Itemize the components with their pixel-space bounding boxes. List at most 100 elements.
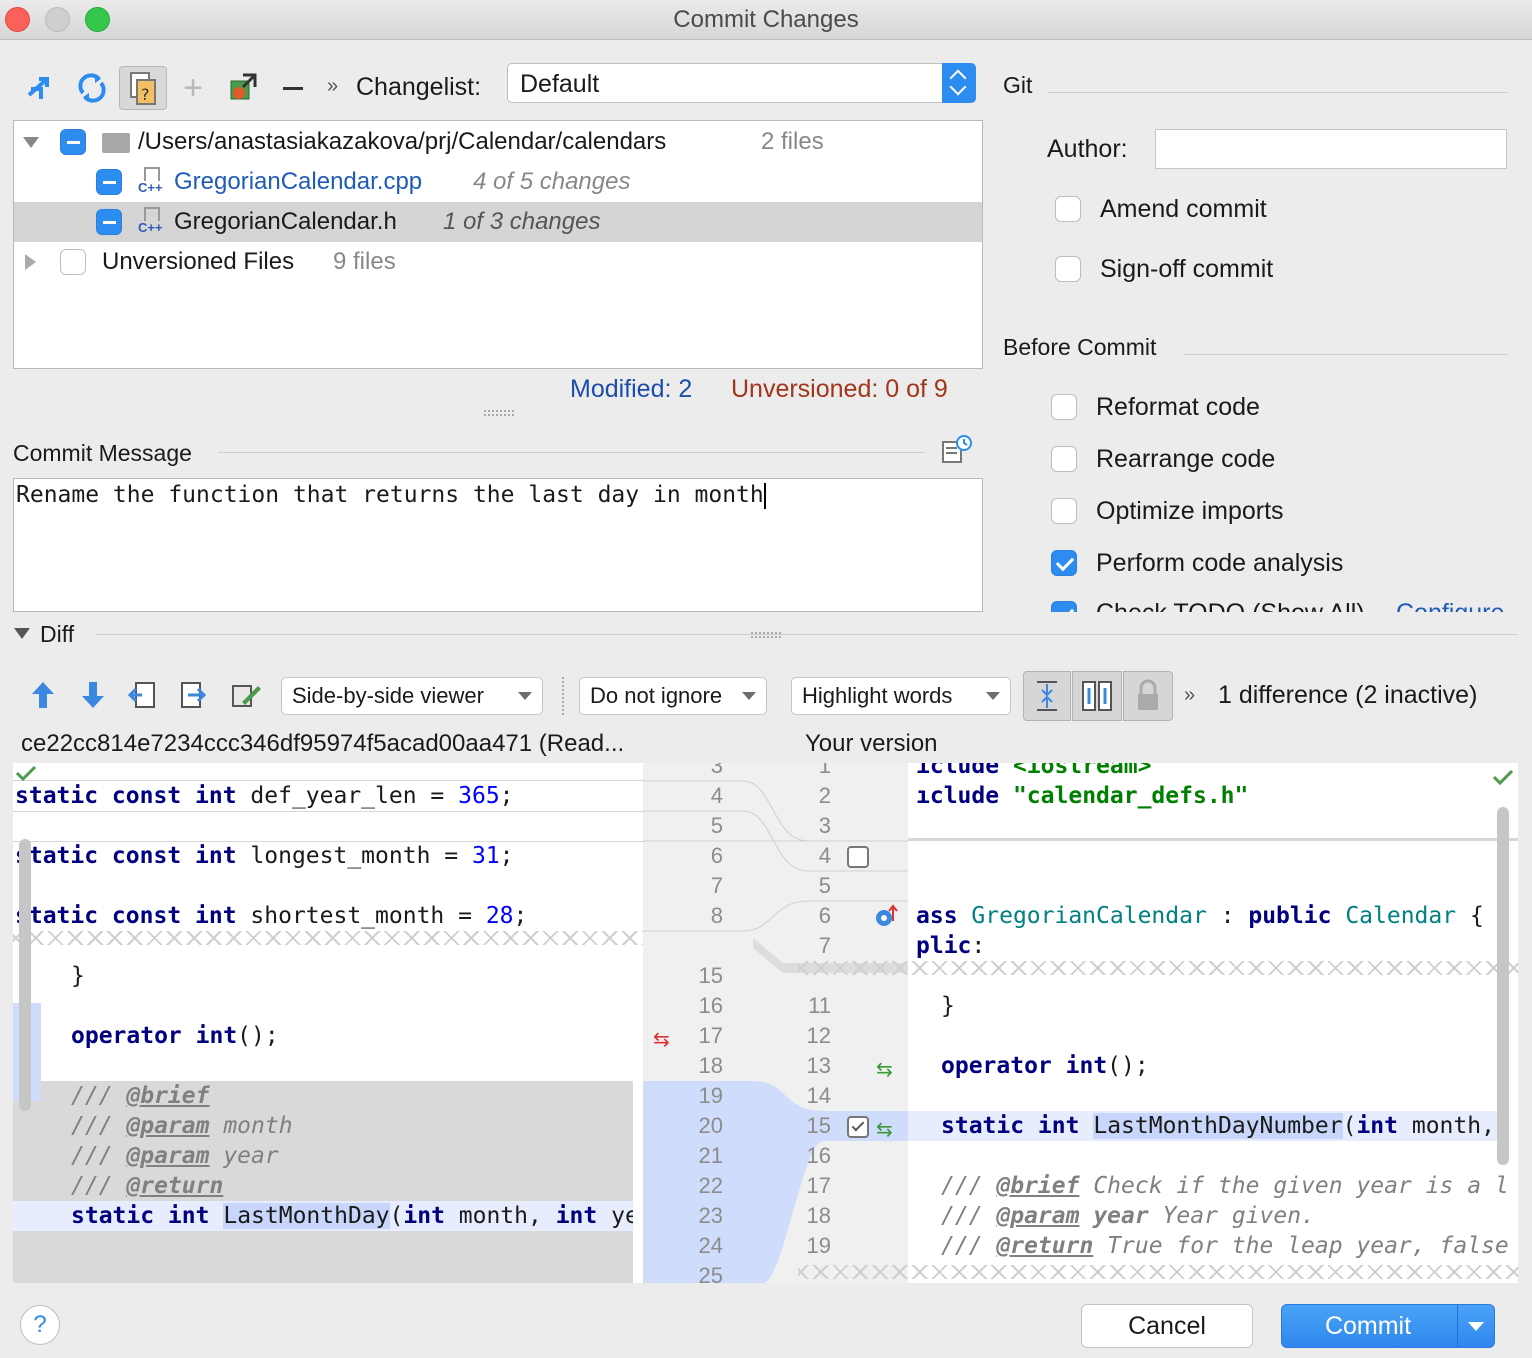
splitter-handle[interactable] <box>751 632 781 638</box>
cpp-file-icon: C++ <box>138 167 166 199</box>
line-separator <box>908 838 1518 841</box>
optimize-checkbox[interactable] <box>1051 498 1077 524</box>
ignore-select[interactable]: Do not ignore <box>579 677 767 715</box>
folded-region-separator[interactable] <box>798 1265 1518 1279</box>
include-change-checkbox-checked[interactable] <box>847 1116 869 1138</box>
amend-label[interactable]: Amend commit <box>1100 195 1267 224</box>
collapse-unchanged-icon[interactable] <box>1023 671 1071 721</box>
todo-label[interactable]: Check TODO (Show All) <box>1096 599 1365 612</box>
reformat-label[interactable]: Reformat code <box>1096 393 1260 422</box>
analysis-label[interactable]: Perform code analysis <box>1096 549 1343 578</box>
implementation-marker-icon[interactable] <box>873 903 901 929</box>
tree-row-unversioned[interactable]: Unversioned Files 9 files <box>14 242 982 282</box>
folded-region-separator[interactable] <box>13 931 643 945</box>
signoff-label[interactable]: Sign-off commit <box>1100 255 1273 284</box>
unversioned-link[interactable]: Unversioned: 0 of 9 <box>731 375 948 404</box>
help-button[interactable]: ? <box>20 1305 60 1345</box>
root-path: /Users/anastasiakazakova/prj/Calendar/ca… <box>138 128 667 155</box>
commit-button[interactable]: Commit <box>1281 1304 1495 1348</box>
file-name: GregorianCalendar.cpp <box>174 168 423 195</box>
right-line-number: 3 <box>818 813 831 838</box>
unversioned-count: 9 files <box>333 248 396 275</box>
right-code-pane[interactable]: ıclude <iostream> ıclude "calendar_defs.… <box>798 763 1518 1283</box>
tree-row-root[interactable]: /Users/anastasiakazakova/prj/Calendar/ca… <box>14 122 982 162</box>
right-line-number: 2 <box>818 783 831 808</box>
left-code-pane[interactable]: static const int def_year_len = 365; sta… <box>13 763 643 1283</box>
history-icon[interactable] <box>941 434 973 466</box>
remove-icon[interactable] <box>273 66 313 110</box>
add-icon[interactable]: + <box>173 66 213 110</box>
splitter-handle[interactable] <box>484 410 514 416</box>
section-divider <box>1184 354 1508 355</box>
more-diff-toolbar-icon[interactable]: » <box>1184 684 1195 707</box>
right-line-number: 4 <box>818 843 831 868</box>
changelist-select[interactable]: Default <box>507 63 976 103</box>
section-divider <box>218 452 925 453</box>
refresh-icon[interactable] <box>72 66 112 110</box>
move-to-changelist-icon[interactable] <box>22 66 62 110</box>
lock-icon[interactable] <box>1123 671 1173 721</box>
signoff-checkbox[interactable] <box>1055 256 1081 282</box>
diff-collapse-icon[interactable] <box>14 628 30 639</box>
synchronize-scroll-icon[interactable] <box>1072 671 1122 721</box>
svg-text:?: ? <box>141 85 150 104</box>
file-checkbox[interactable] <box>96 209 122 235</box>
todo-checkbox[interactable] <box>1051 601 1077 612</box>
folded-region-separator[interactable] <box>798 961 1518 975</box>
right-line-number: 17 <box>806 1173 831 1198</box>
left-line-number: 5 <box>710 813 723 838</box>
apply-change-icon[interactable]: ⇆ <box>876 1057 893 1082</box>
left-scrollbar[interactable] <box>19 839 31 1111</box>
revert-change-icon[interactable]: ⇆ <box>653 1027 670 1052</box>
hidden-lines-above <box>13 763 643 781</box>
amend-checkbox[interactable] <box>1055 196 1081 222</box>
root-count: 2 files <box>761 128 824 155</box>
tree-row-file-selected[interactable]: C++ GregorianCalendar.h 1 of 3 changes <box>14 202 982 242</box>
expand-triangle-icon[interactable] <box>23 137 39 148</box>
apply-change-icon[interactable]: ⇆ <box>876 1117 893 1142</box>
include-change-checkbox[interactable] <box>847 846 869 868</box>
previous-difference-icon[interactable] <box>30 680 56 710</box>
chevron-updown-icon[interactable] <box>942 63 976 103</box>
next-difference-icon[interactable] <box>80 680 106 710</box>
unversioned-checkbox[interactable] <box>60 249 86 275</box>
chevron-down-icon[interactable] <box>1468 1322 1484 1331</box>
right-line-number: 1 <box>818 763 831 778</box>
rearrange-label[interactable]: Rearrange code <box>1096 445 1275 474</box>
chevron-down-icon <box>518 692 532 700</box>
left-line-number: 15 <box>698 963 723 988</box>
chevron-down-icon <box>742 692 756 700</box>
modified-link[interactable]: Modified: 2 <box>570 375 692 404</box>
highlight-select[interactable]: Highlight words <box>791 677 1011 715</box>
reformat-checkbox[interactable] <box>1051 394 1077 420</box>
analysis-checkbox[interactable] <box>1051 550 1077 576</box>
next-file-icon[interactable] <box>178 680 208 710</box>
ignore-value: Do not ignore <box>590 683 723 708</box>
jump-to-source-icon[interactable] <box>222 66 262 110</box>
file-checkbox[interactable] <box>96 169 122 195</box>
edit-source-icon[interactable] <box>230 680 262 710</box>
more-toolbar-icon[interactable]: » <box>327 75 338 98</box>
root-checkbox[interactable] <box>60 129 86 155</box>
rearrange-checkbox[interactable] <box>1051 446 1077 472</box>
right-scrollbar[interactable] <box>1497 807 1509 1165</box>
code-line: /// @return True for the leap year, fals… <box>941 1233 1508 1259</box>
left-line-number: 4 <box>710 783 723 808</box>
tree-row-file[interactable]: C++ GregorianCalendar.cpp 4 of 5 changes <box>14 162 982 202</box>
show-diff-icon[interactable]: ? <box>119 66 167 110</box>
optimize-label[interactable]: Optimize imports <box>1096 497 1284 526</box>
configure-link[interactable]: Configure <box>1396 599 1504 612</box>
changelist-value: Default <box>520 70 600 98</box>
viewer-select[interactable]: Side-by-side viewer <box>281 677 543 715</box>
changes-tree[interactable]: /Users/anastasiakazakova/prj/Calendar/ca… <box>13 120 983 369</box>
commit-message-input[interactable]: Rename the function that returns the las… <box>13 478 983 612</box>
diff-editor[interactable]: static const int def_year_len = 365; sta… <box>13 763 1518 1283</box>
right-line-number: 16 <box>806 1143 831 1168</box>
file-changes: 1 of 3 changes <box>443 208 601 235</box>
previous-file-icon[interactable] <box>127 680 158 710</box>
author-input[interactable] <box>1155 129 1507 169</box>
left-line-number: 24 <box>698 1233 723 1258</box>
right-line-number: 15 <box>806 1113 831 1138</box>
cancel-button[interactable]: Cancel <box>1081 1304 1253 1348</box>
collapse-triangle-icon[interactable] <box>25 254 36 270</box>
